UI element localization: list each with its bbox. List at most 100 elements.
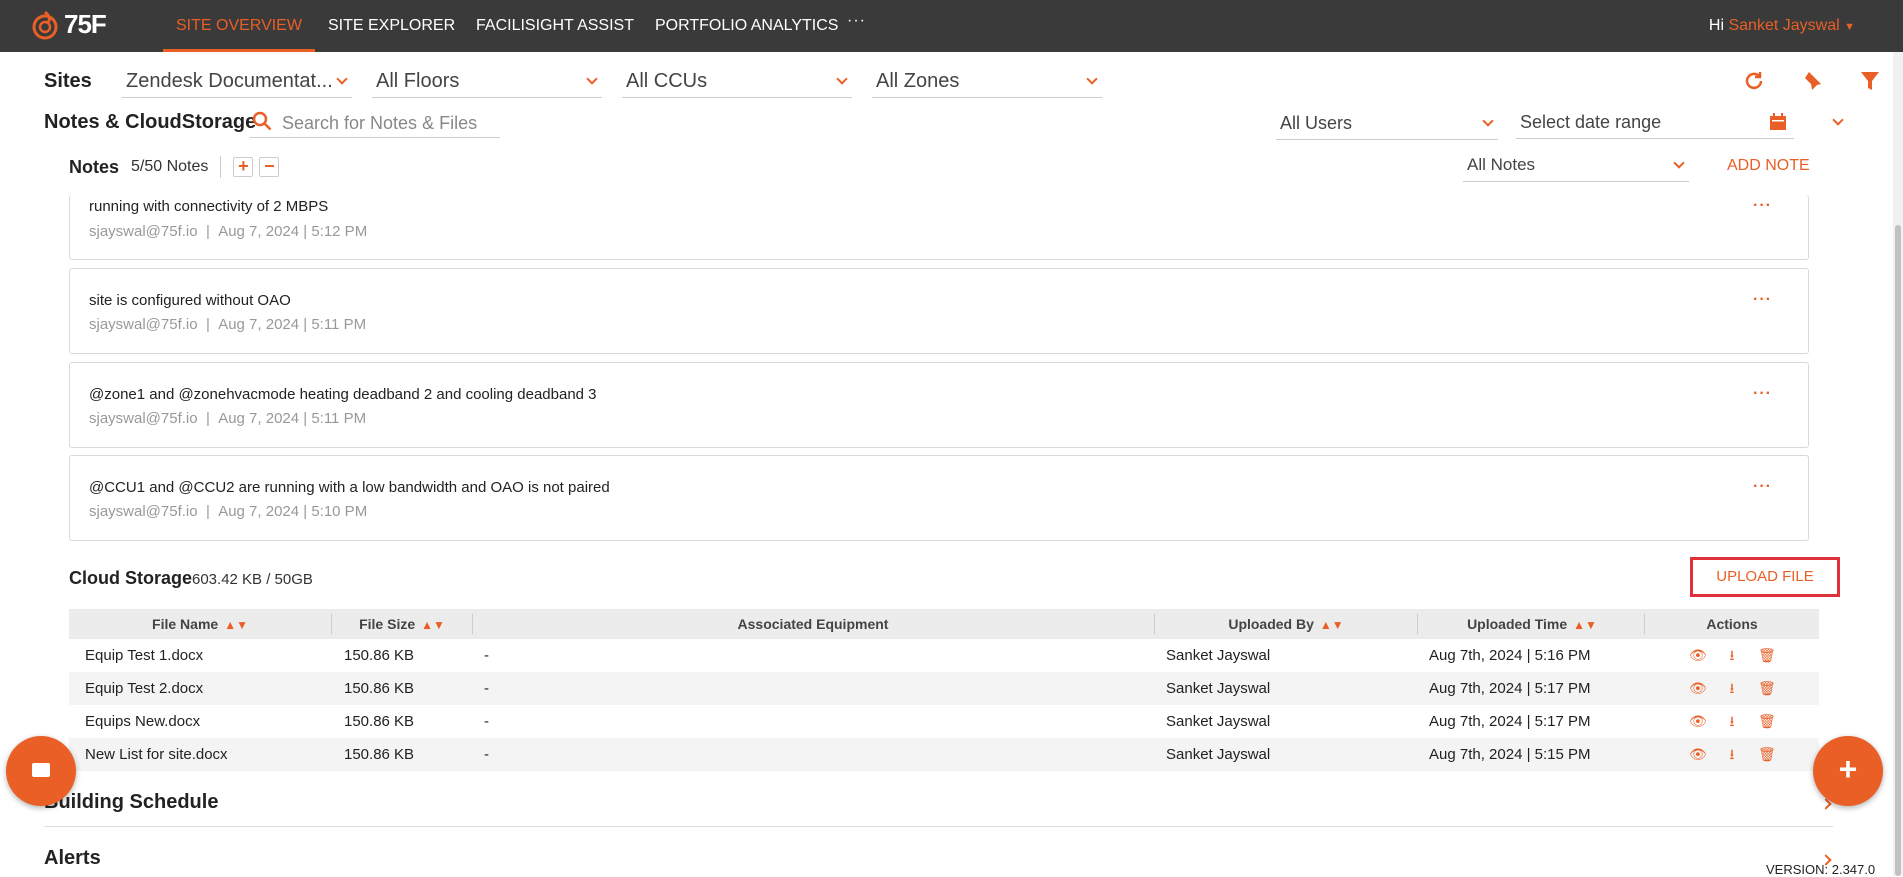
notes-cloud-title: Notes & CloudStorage: [44, 111, 257, 133]
date-range-picker[interactable]: Select date range: [1516, 107, 1794, 139]
note-time: Aug 7, 2024 | 5:10 PM: [218, 503, 368, 520]
add-fab-button[interactable]: +: [1813, 736, 1883, 806]
note-card: @CCU1 and @CCU2 are running with a low b…: [69, 455, 1809, 541]
uploaded-time: Aug 7th, 2024 | 5:17 PM: [1429, 680, 1591, 697]
column-associated-equipment: Associated Equipment: [737, 616, 889, 632]
sort-icon: ▲▼: [224, 618, 248, 632]
sites-label: Sites: [44, 70, 92, 92]
notes-search[interactable]: [250, 108, 500, 138]
tab-portfolio-analytics[interactable]: PORTFOLIO ANALYTICS: [655, 0, 838, 52]
users-dropdown[interactable]: All Users: [1276, 108, 1498, 140]
sort-icon: ▲▼: [1319, 618, 1344, 632]
pin-icon[interactable]: [1800, 70, 1824, 94]
view-eye-icon[interactable]: 👁: [1689, 647, 1707, 663]
note-card: @zone1 and @zonehvacmode heating deadban…: [69, 362, 1809, 448]
tab-site-overview[interactable]: SITE OVERVIEW: [163, 0, 315, 52]
sort-icon: ▲▼: [1573, 618, 1597, 632]
file-name[interactable]: Equips New.docx: [85, 705, 200, 738]
scrollbar-thumb[interactable]: [1895, 225, 1901, 876]
view-eye-icon[interactable]: 👁: [1689, 713, 1707, 729]
divider: [44, 826, 1833, 827]
download-icon[interactable]: ⭳: [1724, 746, 1740, 762]
note-meta: sjayswal@75f.io | Aug 7, 2024 | 5:11 PM: [89, 316, 367, 333]
building-schedule-section[interactable]: Building Schedule: [44, 791, 218, 814]
chat-icon: [32, 763, 50, 777]
download-icon[interactable]: ⭳: [1724, 713, 1740, 729]
filter-icon[interactable]: [1858, 70, 1882, 94]
floors-dropdown[interactable]: All Floors: [372, 66, 602, 98]
note-options-icon[interactable]: ···: [1753, 385, 1772, 403]
view-eye-icon[interactable]: 👁: [1689, 746, 1707, 762]
zones-dropdown[interactable]: All Zones: [872, 66, 1102, 98]
view-eye-icon[interactable]: 👁: [1689, 680, 1707, 696]
notes-count: 5/50 Notes: [131, 158, 209, 175]
table-row: Equip Test 1.docx 150.86 KB - Sanket Jay…: [69, 639, 1819, 672]
chevron-down-icon: ▼: [1844, 21, 1855, 33]
delete-trash-icon[interactable]: 🗑: [1758, 647, 1776, 663]
collapse-minus-button[interactable]: −: [259, 157, 280, 177]
upload-file-button[interactable]: UPLOAD FILE: [1690, 557, 1840, 597]
note-card: running with connectivity of 2 MBPS sjay…: [69, 195, 1809, 260]
chat-button[interactable]: [6, 736, 76, 806]
note-options-icon[interactable]: ···: [1753, 291, 1772, 309]
table-row: Equips New.docx 150.86 KB - Sanket Jaysw…: [69, 705, 1819, 738]
refresh-icon[interactable]: [1742, 70, 1766, 94]
table-row: Equip Test 2.docx 150.86 KB - Sanket Jay…: [69, 672, 1819, 705]
expand-plus-button[interactable]: +: [233, 157, 254, 177]
note-time: Aug 7, 2024 | 5:12 PM: [218, 223, 368, 240]
column-file-name[interactable]: File Name ▲▼: [69, 609, 331, 639]
chevron-down-icon: [1086, 73, 1098, 85]
uploaded-time: Aug 7th, 2024 | 5:16 PM: [1429, 647, 1591, 664]
greeting-text: Hi: [1708, 17, 1725, 34]
delete-trash-icon[interactable]: 🗑: [1758, 746, 1776, 762]
notes-filter-value: All Notes: [1467, 155, 1536, 174]
notes-filter-dropdown[interactable]: All Notes: [1463, 150, 1689, 182]
user-menu[interactable]: Hi Sanket Jayswal ▼: [1709, 17, 1855, 35]
column-label: File Size: [359, 616, 416, 632]
note-author: sjayswal@75f.io: [89, 410, 198, 427]
uploaded-by: Sanket Jayswal: [1166, 647, 1271, 664]
delete-trash-icon[interactable]: 🗑: [1758, 680, 1776, 696]
uploaded-by: Sanket Jayswal: [1166, 680, 1271, 697]
add-note-button[interactable]: ADD NOTE: [1727, 157, 1810, 175]
table-row: New List for site.docx 150.86 KB - Sanke…: [69, 738, 1819, 771]
column-uploaded-time[interactable]: Uploaded Time ▲▼: [1418, 609, 1646, 639]
file-name[interactable]: Equip Test 2.docx: [85, 672, 203, 705]
search-icon: [252, 111, 272, 131]
zones-dropdown-value: All Zones: [876, 70, 960, 92]
associated-equipment: -: [484, 680, 489, 697]
column-uploaded-by[interactable]: Uploaded By ▲▼: [1155, 609, 1417, 639]
logo[interactable]: 75F: [32, 9, 107, 40]
more-menu-icon[interactable]: ···: [847, 12, 866, 30]
column-actions: Actions: [1706, 616, 1758, 632]
note-options-icon[interactable]: ···: [1753, 478, 1772, 496]
note-options-icon[interactable]: ···: [1753, 197, 1772, 215]
users-dropdown-value: All Users: [1280, 113, 1353, 133]
top-nav-bar: 75F SITE OVERVIEW SITE EXPLORER FACILISI…: [0, 0, 1903, 52]
calendar-icon: [1770, 113, 1786, 130]
download-icon[interactable]: ⭳: [1724, 647, 1740, 663]
alerts-section[interactable]: Alerts: [44, 847, 101, 870]
ccus-dropdown[interactable]: All CCUs: [622, 66, 852, 98]
user-name: Sanket Jayswal: [1728, 17, 1840, 34]
delete-trash-icon[interactable]: 🗑: [1758, 713, 1776, 729]
files-table-header: File Name ▲▼ File Size ▲▼ Associated Equip…: [69, 609, 1819, 639]
tab-facilisight-assist[interactable]: FACILISIGHT ASSIST: [476, 0, 634, 52]
tab-site-explorer[interactable]: SITE EXPLORER: [328, 0, 455, 52]
column-file-size[interactable]: File Size ▲▼: [332, 609, 472, 639]
collapse-chevron-icon[interactable]: [1832, 114, 1844, 126]
associated-equipment: -: [484, 647, 489, 664]
file-name[interactable]: New List for site.docx: [85, 738, 228, 771]
note-author: sjayswal@75f.io: [89, 223, 198, 240]
file-name[interactable]: Equip Test 1.docx: [85, 639, 203, 672]
notes-header: Notes 5/50 Notes + −: [69, 154, 280, 180]
note-meta: sjayswal@75f.io | Aug 7, 2024 | 5:12 PM: [89, 223, 368, 240]
chevron-down-icon: [1482, 115, 1494, 127]
sort-icon: ▲▼: [421, 618, 445, 632]
uploaded-by: Sanket Jayswal: [1166, 746, 1271, 763]
site-dropdown[interactable]: Zendesk Documentat...: [122, 66, 352, 98]
logo-text: 75F: [64, 9, 107, 39]
search-input[interactable]: [282, 110, 492, 136]
site-filters: Sites Zendesk Documentat... All Floors A…: [0, 66, 1903, 106]
download-icon[interactable]: ⭳: [1724, 680, 1740, 696]
